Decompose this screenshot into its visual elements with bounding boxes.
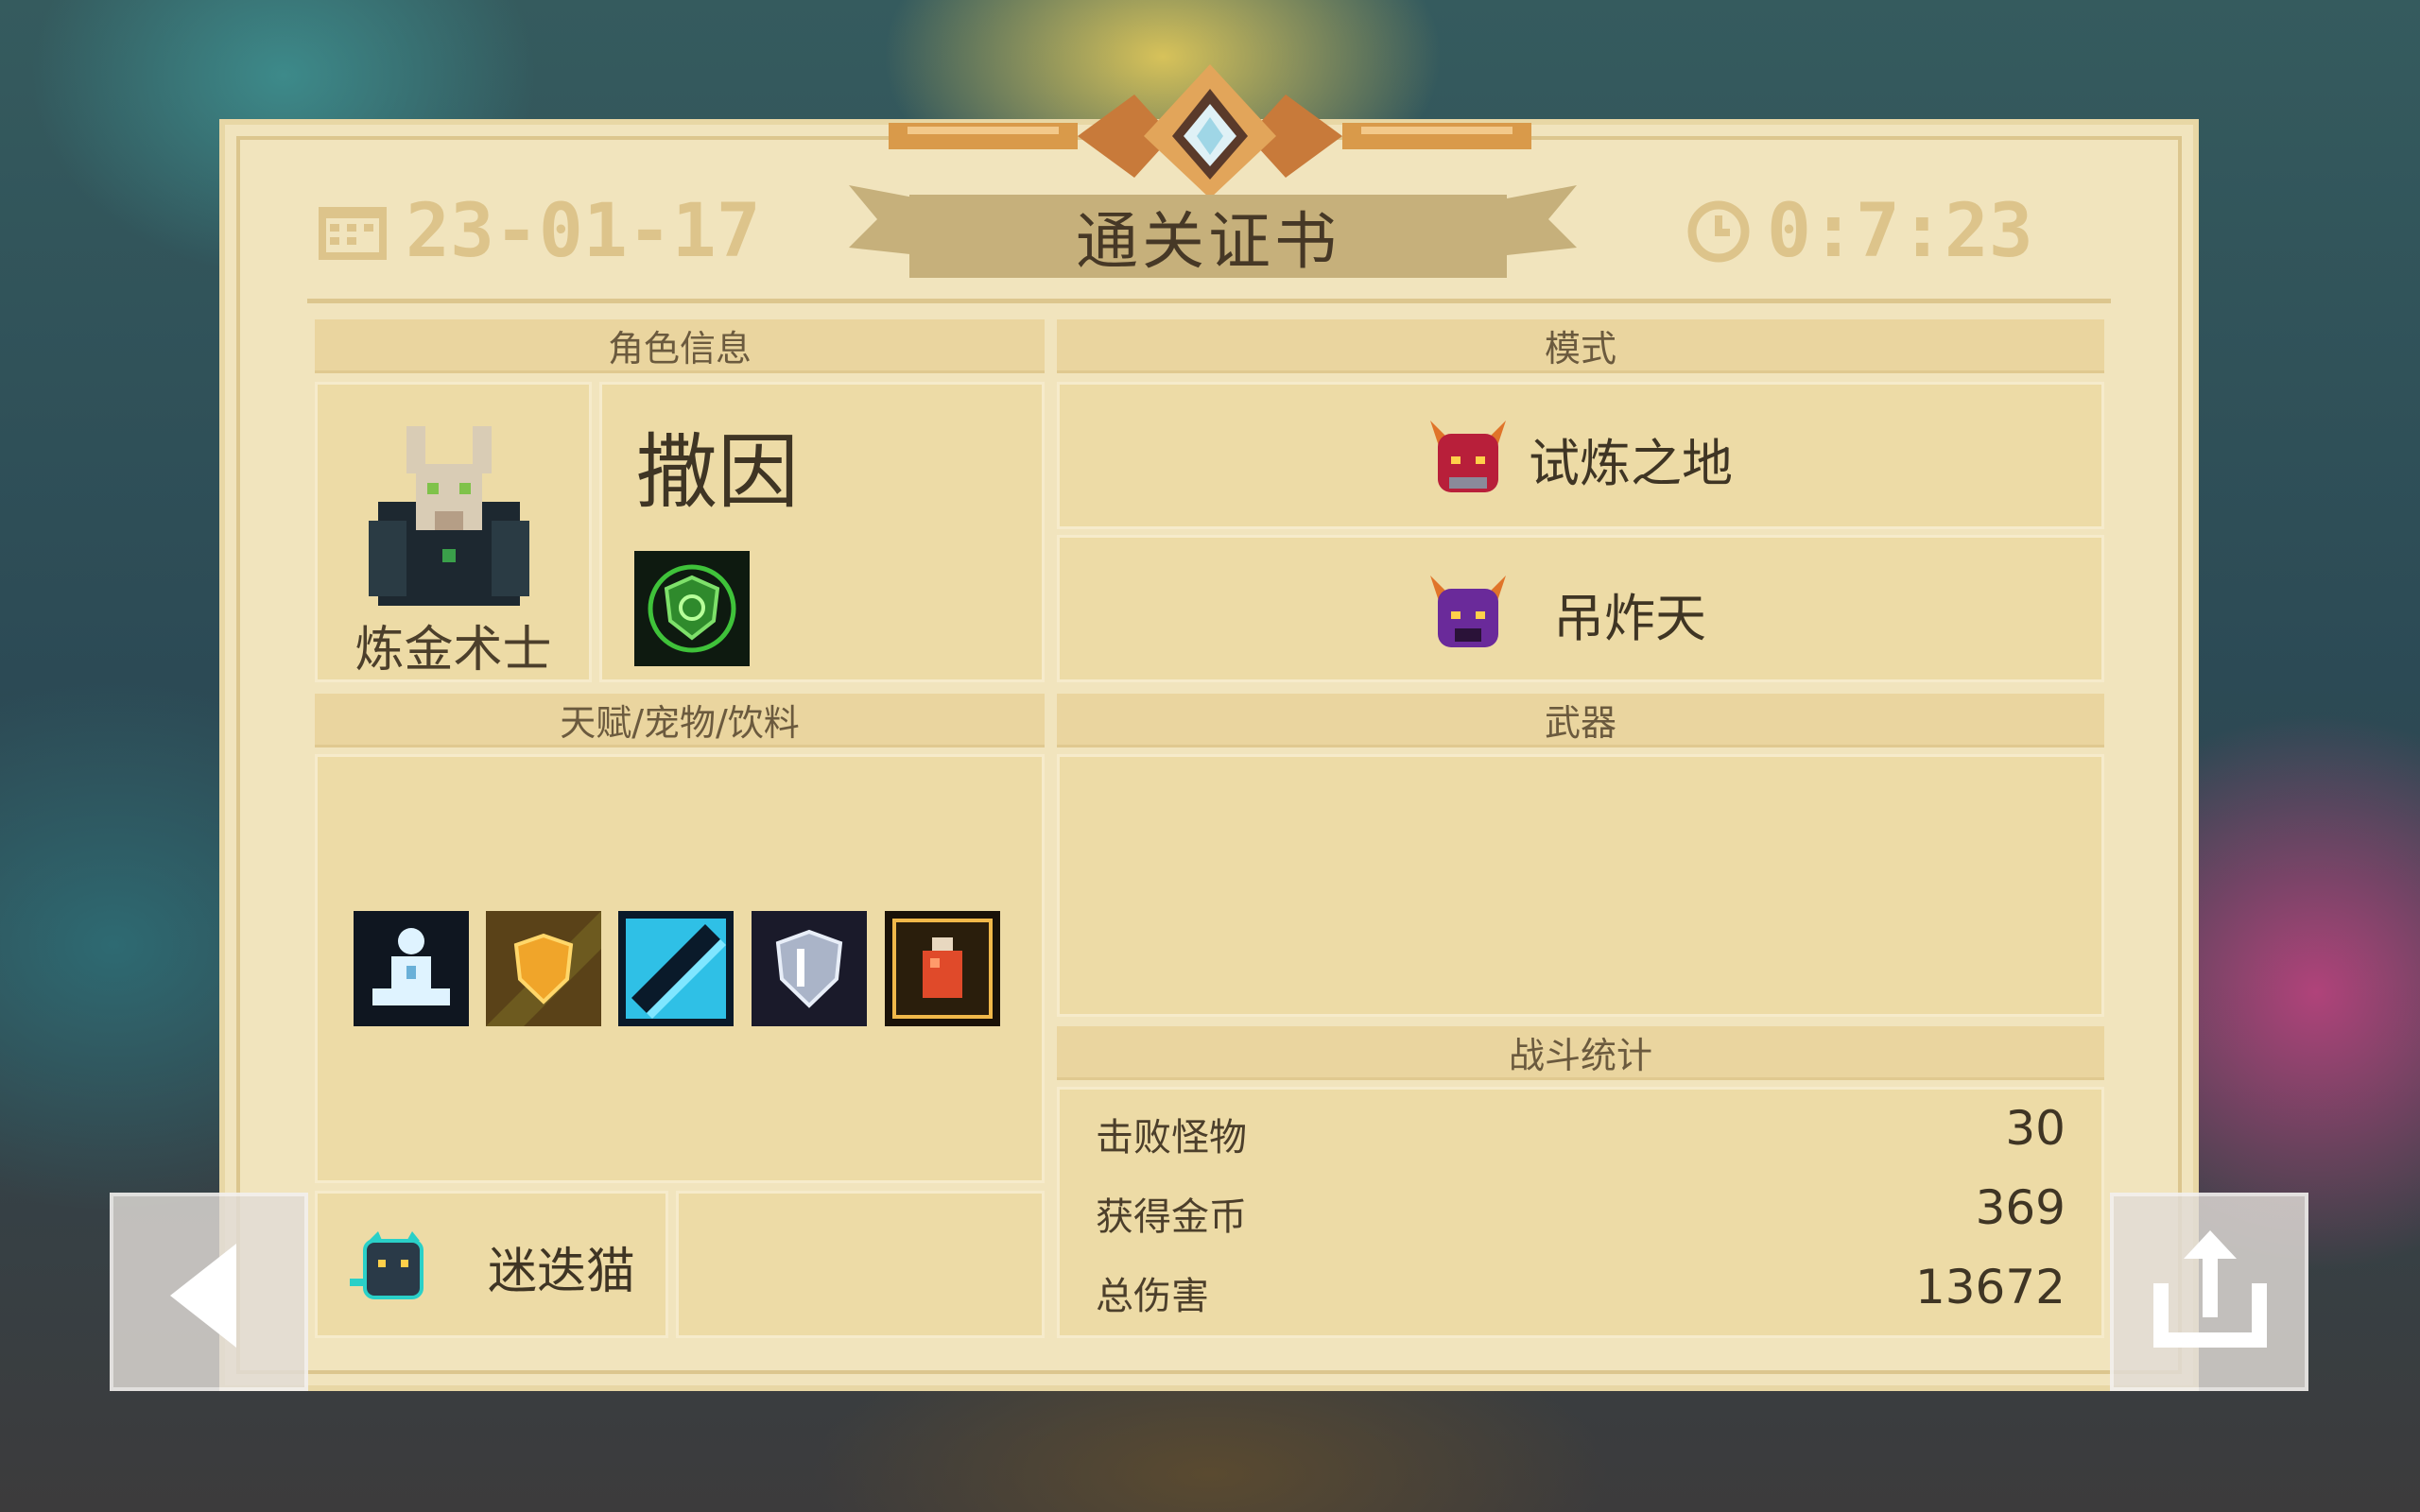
- stat-value-kills: 30: [2005, 1101, 2066, 1156]
- red-demon-mode-icon: [1430, 421, 1506, 492]
- silver-shield-talent-icon[interactable]: [752, 911, 867, 1026]
- meditation-talent-icon[interactable]: [354, 911, 469, 1026]
- mode-primary-row: 试炼之地: [1421, 411, 1733, 506]
- empty-slot-box: [676, 1191, 1045, 1338]
- share-button[interactable]: [2110, 1193, 2308, 1391]
- weapons-box: [1057, 754, 2104, 1017]
- date-text: 23-01-17: [406, 189, 761, 274]
- stats-box: 击败怪物 30 获得金币 369 总伤害 13672: [1057, 1087, 2104, 1338]
- weapons-section-header: 武器: [1057, 694, 2104, 747]
- mode-primary-label: 试炼之地: [1529, 433, 1733, 493]
- header-divider: [307, 299, 2111, 303]
- red-potion-drink-icon[interactable]: [885, 911, 1000, 1026]
- stat-value-gold: 369: [1975, 1180, 2066, 1235]
- mode-section-header: 模式: [1057, 319, 2104, 373]
- purple-demon-mode-icon: [1430, 576, 1506, 647]
- mode-secondary-label: 吊炸天: [1553, 588, 1706, 648]
- crest-ornament-icon: [889, 64, 1531, 198]
- pet-name: 迷迭猫: [488, 1244, 636, 1300]
- gold-shield-talent-icon[interactable]: [486, 911, 601, 1026]
- shield-buff-icon[interactable]: [634, 551, 750, 666]
- stat-value-damage: 13672: [1914, 1260, 2066, 1314]
- time-text: 0:7:23: [1767, 189, 2033, 274]
- mode-primary-box: 试炼之地: [1057, 382, 2104, 529]
- share-icon: [2153, 1230, 2267, 1348]
- items-section-header: 天赋/宠物/饮料: [315, 694, 1045, 747]
- time-display: 0:7:23: [1687, 189, 2033, 274]
- ribbon-right-tail-icon: [1507, 185, 1577, 255]
- stat-label-gold: 获得金币: [1096, 1195, 1247, 1239]
- cat-pet-icon: [350, 1231, 424, 1299]
- character-name: 撒因: [636, 425, 799, 520]
- alchemist-portrait-icon: [369, 426, 529, 606]
- mode-secondary-row: 吊炸天: [1421, 566, 1706, 661]
- stats-section-header: 战斗统计: [1057, 1026, 2104, 1080]
- character-section-header: 角色信息: [315, 319, 1045, 373]
- ribbon-left-tail-icon: [849, 185, 919, 255]
- blue-slash-talent-icon[interactable]: [618, 911, 734, 1026]
- back-button[interactable]: [110, 1193, 308, 1391]
- back-arrow-icon: [170, 1244, 236, 1348]
- character-portrait-box: 炼金术士: [315, 382, 592, 682]
- calendar-icon: [319, 207, 387, 260]
- clock-icon: [1687, 200, 1750, 263]
- character-class-name: 炼金术士: [354, 622, 552, 679]
- date-display: 23-01-17: [317, 189, 761, 274]
- stat-label-kills: 击败怪物: [1096, 1116, 1247, 1160]
- stat-label-damage: 总伤害: [1096, 1275, 1209, 1318]
- pet-box: 迷迭猫: [315, 1191, 668, 1338]
- certificate-title: 通关证书: [909, 195, 1507, 278]
- character-detail-box: 撒因: [599, 382, 1045, 682]
- mode-secondary-box: 吊炸天: [1057, 535, 2104, 682]
